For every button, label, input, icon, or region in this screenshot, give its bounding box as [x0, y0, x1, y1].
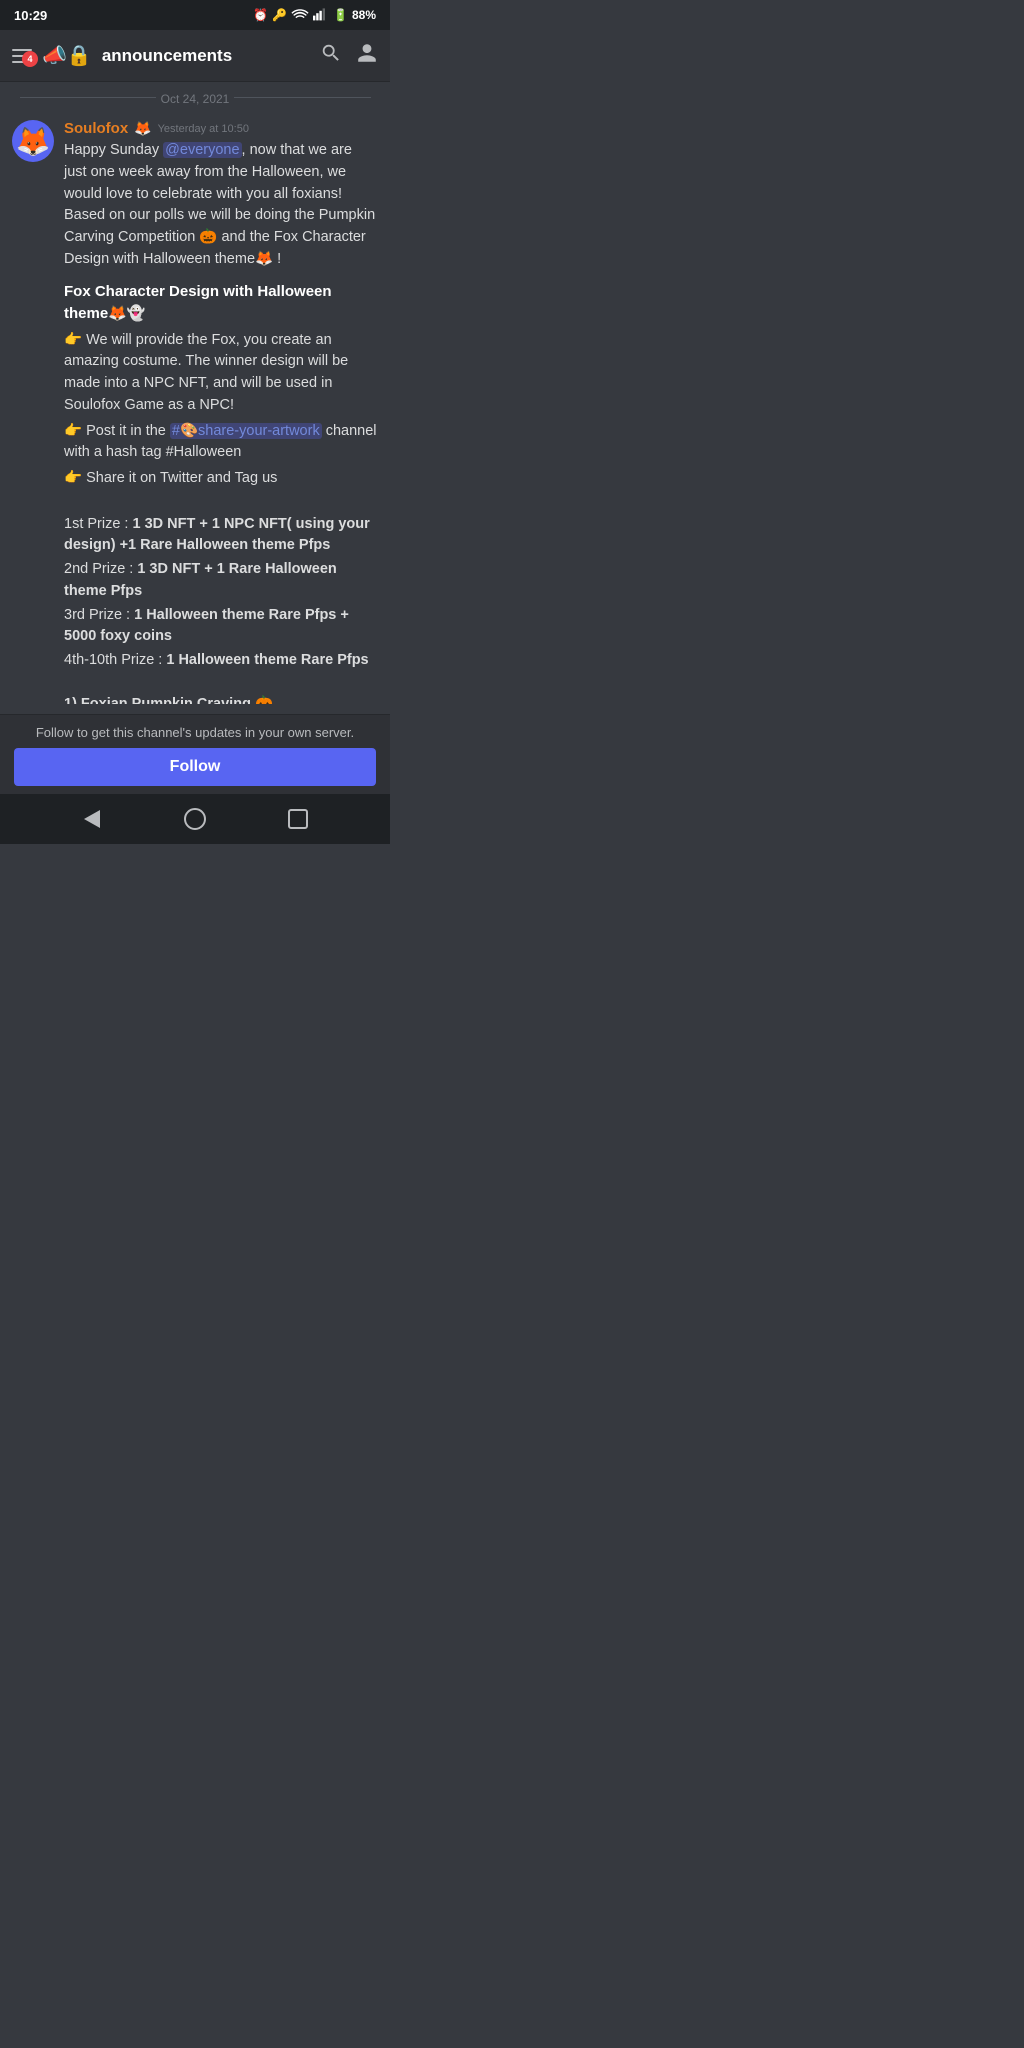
avatar: 🦊: [12, 120, 54, 162]
message-area: Oct 24, 2021 🦊 Soulofox 🦊 Yesterday at 1…: [0, 82, 390, 704]
recent-button[interactable]: [283, 804, 313, 834]
follow-text: Follow to get this channel's updates in …: [14, 725, 376, 740]
recent-icon: [288, 809, 308, 829]
follow-button[interactable]: Follow: [14, 748, 376, 786]
profile-icon[interactable]: [356, 42, 378, 69]
alarm-icon: ⏰: [253, 8, 268, 22]
bullet-item-2: 👉 Post it in the #🎨share-your-artwork ch…: [64, 421, 378, 465]
timestamp: Yesterday at 10:50: [158, 123, 249, 135]
channel-icon: 📣🔒: [42, 43, 92, 68]
status-bar: 10:29 ⏰ 🔑 🔋 88%: [0, 0, 390, 30]
user-icon: 🦊: [134, 120, 151, 137]
follow-bar: Follow to get this channel's updates in …: [0, 714, 390, 794]
channel-title: announcements: [102, 46, 310, 66]
top-bar: 4 📣🔒 announcements: [0, 30, 390, 82]
notification-badge: 4: [22, 51, 38, 67]
bullet-item-1: 👉 We will provide the Fox, you create an…: [64, 330, 378, 417]
message-text-intro: Happy Sunday @everyone, now that we are …: [64, 142, 375, 267]
prize-1: 1st Prize : 1 3D NFT + 1 NPC NFT( using …: [64, 514, 378, 558]
search-icon[interactable]: [320, 42, 342, 69]
prize-4: 4th-10th Prize : 1 Halloween theme Rare …: [64, 650, 378, 672]
message-content: Happy Sunday @everyone, now that we are …: [64, 140, 378, 704]
avatar-image: 🦊: [16, 125, 51, 158]
bullet-item-3: 👉 Share it on Twitter and Tag us: [64, 468, 378, 490]
message-body: Soulofox 🦊 Yesterday at 10:50 Happy Sund…: [64, 120, 378, 704]
home-button[interactable]: [180, 804, 210, 834]
back-icon: [84, 810, 100, 828]
section-heading: Fox Character Design with Halloween them…: [64, 281, 378, 326]
username: Soulofox: [64, 120, 128, 137]
message-header: Soulofox 🦊 Yesterday at 10:50: [64, 120, 378, 137]
section2-heading: 1) Foxian Pumpkin Craving 🎃: [64, 694, 378, 705]
wifi-icon: [291, 8, 309, 23]
top-bar-actions: [320, 42, 378, 69]
channel-link-1[interactable]: #🎨share-your-artwork: [170, 423, 322, 439]
hamburger-area[interactable]: 4: [12, 49, 32, 63]
battery-icon: 🔋: [333, 8, 348, 22]
back-button[interactable]: [77, 804, 107, 834]
status-time: 10:29: [14, 8, 47, 23]
signal-icon: [313, 7, 329, 24]
date-separator: Oct 24, 2021: [0, 82, 390, 112]
status-icons: ⏰ 🔑 🔋 88%: [253, 7, 376, 24]
battery-text: 88%: [352, 8, 376, 22]
home-icon: [184, 808, 206, 830]
nav-bar: [0, 794, 390, 844]
key-icon: 🔑: [272, 8, 287, 22]
prize-2: 2nd Prize : 1 3D NFT + 1 Rare Halloween …: [64, 559, 378, 603]
prize-3: 3rd Prize : 1 Halloween theme Rare Pfps …: [64, 605, 378, 649]
message-container: 🦊 Soulofox 🦊 Yesterday at 10:50 Happy Su…: [0, 112, 390, 704]
mention-everyone: @everyone: [163, 142, 241, 158]
